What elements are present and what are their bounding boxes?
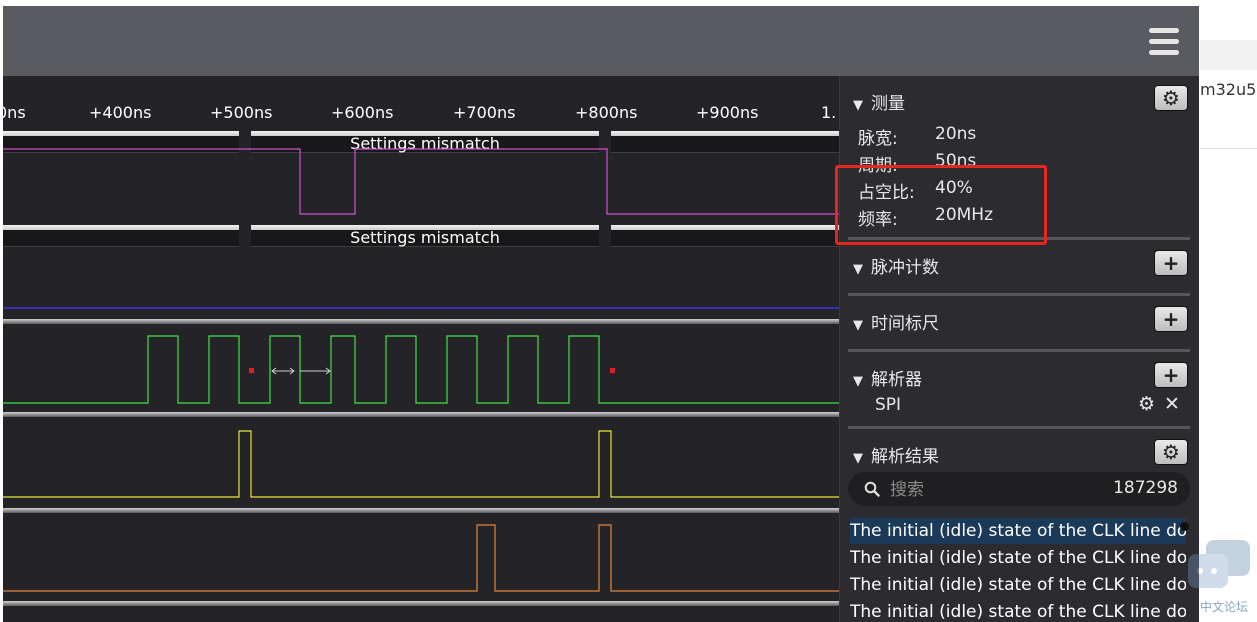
channel-yellow-signal — [3, 430, 839, 498]
search-icon — [864, 481, 880, 497]
results-settings-button[interactable]: ⚙ — [1154, 439, 1188, 465]
close-icon[interactable]: ✕ — [1164, 393, 1180, 415]
sample-marker — [249, 368, 254, 373]
add-analyzer-button[interactable]: + — [1154, 362, 1188, 388]
analyzer-item-spi[interactable]: SPI — [875, 395, 901, 415]
plus-icon: + — [1162, 251, 1180, 275]
gear-icon[interactable]: ⚙ — [1138, 393, 1155, 415]
add-time-ruler-button[interactable]: + — [1154, 306, 1188, 332]
channel-separator — [3, 412, 839, 417]
decoder-segment-fill — [611, 136, 839, 152]
measure-value: 20ns — [935, 124, 977, 144]
decoder-label: Settings mismatch — [350, 134, 500, 153]
ruler-tick: 1. — [821, 103, 837, 122]
channel-green-clock-signal — [3, 335, 839, 404]
search-bar: 187298 — [848, 472, 1190, 506]
channel-magenta-signal — [3, 148, 839, 215]
decoder-segment-fill — [611, 230, 839, 246]
scrollbar-indicator[interactable] — [1180, 522, 1189, 531]
result-row[interactable]: The initial (idle) state of the CLK line… — [850, 572, 1186, 598]
result-row[interactable]: The initial (idle) state of the CLK line… — [850, 518, 1186, 544]
channel-orange-signal — [3, 524, 839, 592]
section-time-ruler-title: 时间标尺 — [871, 314, 939, 334]
logic-analyzer-window: 0ns +400ns +500ns +600ns +700ns +800ns +… — [3, 6, 1199, 622]
channel-separator — [3, 508, 839, 513]
section-analyzers-header[interactable]: ▼ 解析器 — [853, 365, 922, 390]
result-row[interactable]: The initial (idle) state of the CLK line… — [850, 545, 1186, 571]
section-divider — [848, 293, 1190, 296]
triangle-down-icon[interactable]: ▼ — [853, 318, 863, 333]
background-divider — [1200, 148, 1257, 149]
forum-logo-icon — [1188, 540, 1250, 588]
plus-icon: + — [1162, 307, 1180, 331]
watermark-text: 中文论坛 — [1200, 600, 1249, 614]
triangle-down-icon[interactable]: ▼ — [853, 262, 863, 277]
triangle-down-icon[interactable]: ▼ — [853, 98, 863, 113]
section-results-header[interactable]: ▼ 解析结果 — [853, 442, 939, 467]
measurement-highlight-box — [835, 165, 1047, 245]
side-panel: ▼ 测量 ⚙ 脉宽: 20ns 周期: 50ns 占空比: 40% 频率: 20M… — [839, 76, 1199, 622]
section-pulse-count-title: 脉冲计数 — [871, 258, 939, 278]
measure-settings-button[interactable]: ⚙ — [1154, 85, 1188, 111]
plus-icon: + — [1162, 363, 1180, 387]
ruler-tick: +500ns — [210, 103, 273, 122]
hamburger-icon[interactable] — [1147, 25, 1181, 59]
section-results-title: 解析结果 — [871, 447, 939, 467]
ruler-tick: +800ns — [575, 103, 638, 122]
waveform-area[interactable]: Settings mismatch Settings mismatch — [3, 126, 839, 622]
forum-watermark: 中文论坛 — [1184, 538, 1254, 622]
search-input[interactable] — [888, 476, 1092, 504]
channel-separator — [3, 601, 839, 606]
section-divider — [848, 349, 1190, 352]
triangle-down-icon[interactable]: ▼ — [853, 451, 863, 466]
ruler-tick: +600ns — [331, 103, 394, 122]
section-analyzers-title: 解析器 — [871, 370, 922, 390]
decoder-row-1: Settings mismatch — [3, 131, 839, 153]
decoder-label: Settings mismatch — [350, 228, 500, 247]
section-measure-title: 测量 — [871, 94, 905, 114]
result-row[interactable]: The initial (idle) state of the CLK line… — [850, 599, 1186, 622]
section-measure-header[interactable]: ▼ 测量 — [853, 89, 905, 114]
channel-separator — [3, 319, 839, 324]
ruler-tick: +400ns — [89, 103, 152, 122]
background-bar — [1200, 40, 1257, 70]
result-count: 187298 — [1113, 478, 1178, 498]
measure-arrows — [271, 367, 331, 375]
section-pulse-count-header[interactable]: ▼ 脉冲计数 — [853, 253, 939, 278]
top-toolbar — [3, 6, 1199, 76]
background-partial-text: m32u5 — [1200, 80, 1257, 99]
triangle-down-icon[interactable]: ▼ — [853, 374, 863, 389]
measure-label: 脉宽: — [858, 129, 898, 149]
sample-marker — [610, 368, 615, 373]
gear-icon: ⚙ — [1162, 86, 1180, 110]
section-time-ruler-header[interactable]: ▼ 时间标尺 — [853, 309, 939, 334]
decoder-segment-fill — [3, 136, 239, 152]
decoder-row-2: Settings mismatch — [3, 225, 839, 247]
add-pulse-count-button[interactable]: + — [1154, 250, 1188, 276]
ruler-tick: +900ns — [696, 103, 759, 122]
ruler-tick: +700ns — [453, 103, 516, 122]
section-divider — [848, 426, 1190, 429]
decoder-segment-fill — [3, 230, 239, 246]
ruler-tick: 0ns — [3, 103, 26, 122]
gear-icon: ⚙ — [1162, 440, 1180, 464]
